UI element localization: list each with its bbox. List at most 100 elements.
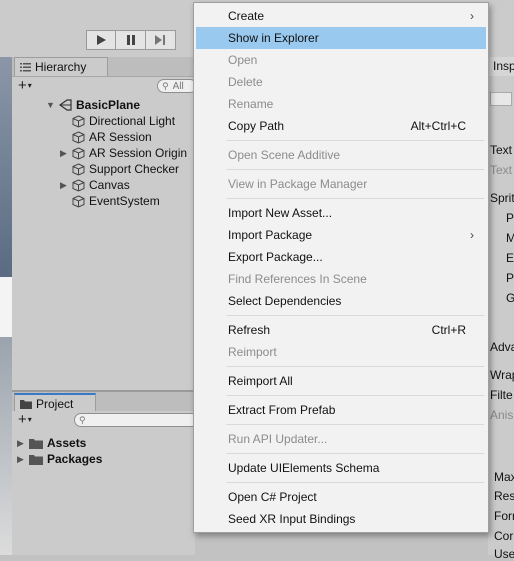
- tab-hierarchy-label: Hierarchy: [35, 60, 87, 74]
- menu-item-show-in-explorer[interactable]: Show in Explorer: [196, 27, 486, 49]
- menu-separator: [226, 424, 484, 425]
- project-search-input[interactable]: ⚲: [74, 413, 199, 427]
- tree-item-canvas[interactable]: ▶ Canvas: [59, 177, 130, 193]
- search-icon: ⚲: [162, 80, 169, 91]
- menu-item-find-references[interactable]: Find References In Scene: [196, 268, 486, 290]
- texture-preview-thumbnail: [490, 92, 512, 106]
- menu-item-view-in-package-manager[interactable]: View in Package Manager: [196, 173, 486, 195]
- tree-item-basicplane[interactable]: ▼ BasicPlane: [46, 97, 140, 113]
- menu-separator: [226, 453, 484, 454]
- tree-item-eventsystem[interactable]: EventSystem: [72, 193, 160, 209]
- gameobject-cube-icon: [72, 194, 85, 208]
- menu-item-seed-xr-input-bindings[interactable]: Seed XR Input Bindings: [196, 508, 486, 530]
- menu-item-label: Import New Asset...: [228, 206, 333, 220]
- inspector-field-label: Res: [494, 489, 514, 503]
- dropdown-arrow-icon: ▾: [27, 415, 32, 424]
- expand-arrow-icon[interactable]: ▼: [46, 100, 55, 110]
- menu-item-import-package[interactable]: Import Package ›: [196, 224, 486, 246]
- menu-item-run-api-updater[interactable]: Run API Updater...: [196, 428, 486, 450]
- inspector-field-label: M: [506, 231, 514, 245]
- menu-item-extract-from-prefab[interactable]: Extract From Prefab: [196, 399, 486, 421]
- tab-inspector-label: Insp: [493, 59, 514, 73]
- tab-hierarchy[interactable]: Hierarchy: [14, 57, 108, 76]
- folder-packages[interactable]: ▶ Packages: [16, 451, 102, 467]
- gameobject-cube-icon: [72, 178, 85, 192]
- menu-item-reimport[interactable]: Reimport: [196, 341, 486, 363]
- menu-separator: [226, 482, 484, 483]
- play-button[interactable]: [86, 30, 116, 50]
- tab-project-label: Project: [36, 396, 74, 411]
- tab-inspector[interactable]: Insp: [488, 57, 514, 76]
- inspector-field-label: E: [506, 251, 514, 265]
- tree-item-label: BasicPlane: [76, 98, 141, 112]
- collapsed-arrow-icon[interactable]: ▶: [16, 454, 25, 465]
- menu-item-shortcut: Alt+Ctrl+C: [410, 119, 466, 133]
- tree-item-label: AR Session Origin: [89, 146, 188, 160]
- plus-icon: +: [18, 411, 27, 428]
- tree-item-label: Canvas: [89, 178, 130, 192]
- menu-item-open[interactable]: Open: [196, 49, 486, 71]
- inspector-field-label: Anis: [490, 408, 514, 422]
- tree-item-directional-light[interactable]: Directional Light: [72, 113, 175, 129]
- menu-item-export-package[interactable]: Export Package...: [196, 246, 486, 268]
- inspector-field-label: Text: [490, 163, 513, 177]
- play-icon: [97, 35, 106, 45]
- plus-icon: +: [18, 77, 27, 94]
- step-button[interactable]: [146, 30, 176, 50]
- menu-item-delete[interactable]: Delete: [196, 71, 486, 93]
- hierarchy-search-placeholder: All: [172, 80, 184, 92]
- menu-item-label: Extract From Prefab: [228, 403, 336, 417]
- dropdown-arrow-icon: ▾: [27, 81, 32, 90]
- hierarchy-tab-bar: Hierarchy: [12, 57, 195, 76]
- hierarchy-add-button[interactable]: + ▾: [18, 77, 32, 94]
- context-menu: Create › Show in Explorer Open Delete Re…: [193, 2, 489, 533]
- folder-label: Packages: [47, 452, 103, 466]
- menu-item-label: Reimport All: [228, 374, 293, 388]
- project-add-button[interactable]: + ▾: [18, 411, 32, 428]
- tree-item-label: EventSystem: [89, 194, 160, 208]
- inspector-field-label: Adva: [490, 340, 514, 354]
- menu-item-reimport-all[interactable]: Reimport All: [196, 370, 486, 392]
- menu-item-refresh[interactable]: Refresh Ctrl+R: [196, 319, 486, 341]
- menu-separator: [226, 140, 484, 141]
- pause-button[interactable]: [116, 30, 146, 50]
- menu-item-select-dependencies[interactable]: Select Dependencies: [196, 290, 486, 312]
- menu-item-copy-path[interactable]: Copy Path Alt+Ctrl+C: [196, 115, 486, 137]
- gameobject-cube-icon: [72, 114, 85, 128]
- menu-item-shortcut: Ctrl+R: [431, 323, 466, 337]
- submenu-arrow-icon: ›: [470, 9, 474, 23]
- menu-item-label: Export Package...: [228, 250, 323, 264]
- menu-item-open-scene-additive[interactable]: Open Scene Additive: [196, 144, 486, 166]
- folder-icon: [20, 399, 32, 409]
- menu-item-open-csharp-project[interactable]: Open C# Project: [196, 486, 486, 508]
- scene-icon: [59, 99, 72, 111]
- tree-item-label: Support Checker: [89, 162, 180, 176]
- tree-item-ar-session[interactable]: AR Session: [72, 129, 152, 145]
- menu-item-label: Reimport: [228, 345, 277, 359]
- menu-item-label: Find References In Scene: [228, 272, 367, 286]
- inspector-field-label: Max: [494, 470, 514, 484]
- menu-item-update-uielements-schema[interactable]: Update UIElements Schema: [196, 457, 486, 479]
- folder-icon: [29, 438, 43, 449]
- collapsed-arrow-icon[interactable]: ▶: [16, 438, 25, 449]
- hierarchy-search-input[interactable]: ⚲ All: [157, 79, 197, 93]
- submenu-arrow-icon: ›: [470, 228, 474, 242]
- menu-item-label: Refresh: [228, 323, 271, 337]
- folder-assets[interactable]: ▶ Assets: [16, 435, 86, 451]
- menu-item-label: Show in Explorer: [228, 31, 319, 45]
- menu-item-label: Open Scene Additive: [228, 148, 341, 162]
- menu-item-create[interactable]: Create ›: [196, 5, 486, 27]
- tree-item-support-checker[interactable]: Support Checker: [72, 161, 179, 177]
- gameobject-cube-icon: [72, 146, 85, 160]
- scene-view-strip[interactable]: [0, 57, 12, 555]
- tab-project[interactable]: Project: [14, 393, 96, 412]
- inspector-field-label: G: [506, 291, 514, 305]
- menu-item-label: Open: [228, 53, 258, 67]
- menu-item-rename[interactable]: Rename: [196, 93, 486, 115]
- search-icon: ⚲: [79, 414, 86, 425]
- collapsed-arrow-icon[interactable]: ▶: [59, 148, 68, 159]
- tree-item-ar-session-origin[interactable]: ▶ AR Session Origin: [59, 145, 187, 161]
- menu-item-import-new-asset[interactable]: Import New Asset...: [196, 202, 486, 224]
- collapsed-arrow-icon[interactable]: ▶: [59, 180, 68, 191]
- step-icon: [155, 35, 165, 45]
